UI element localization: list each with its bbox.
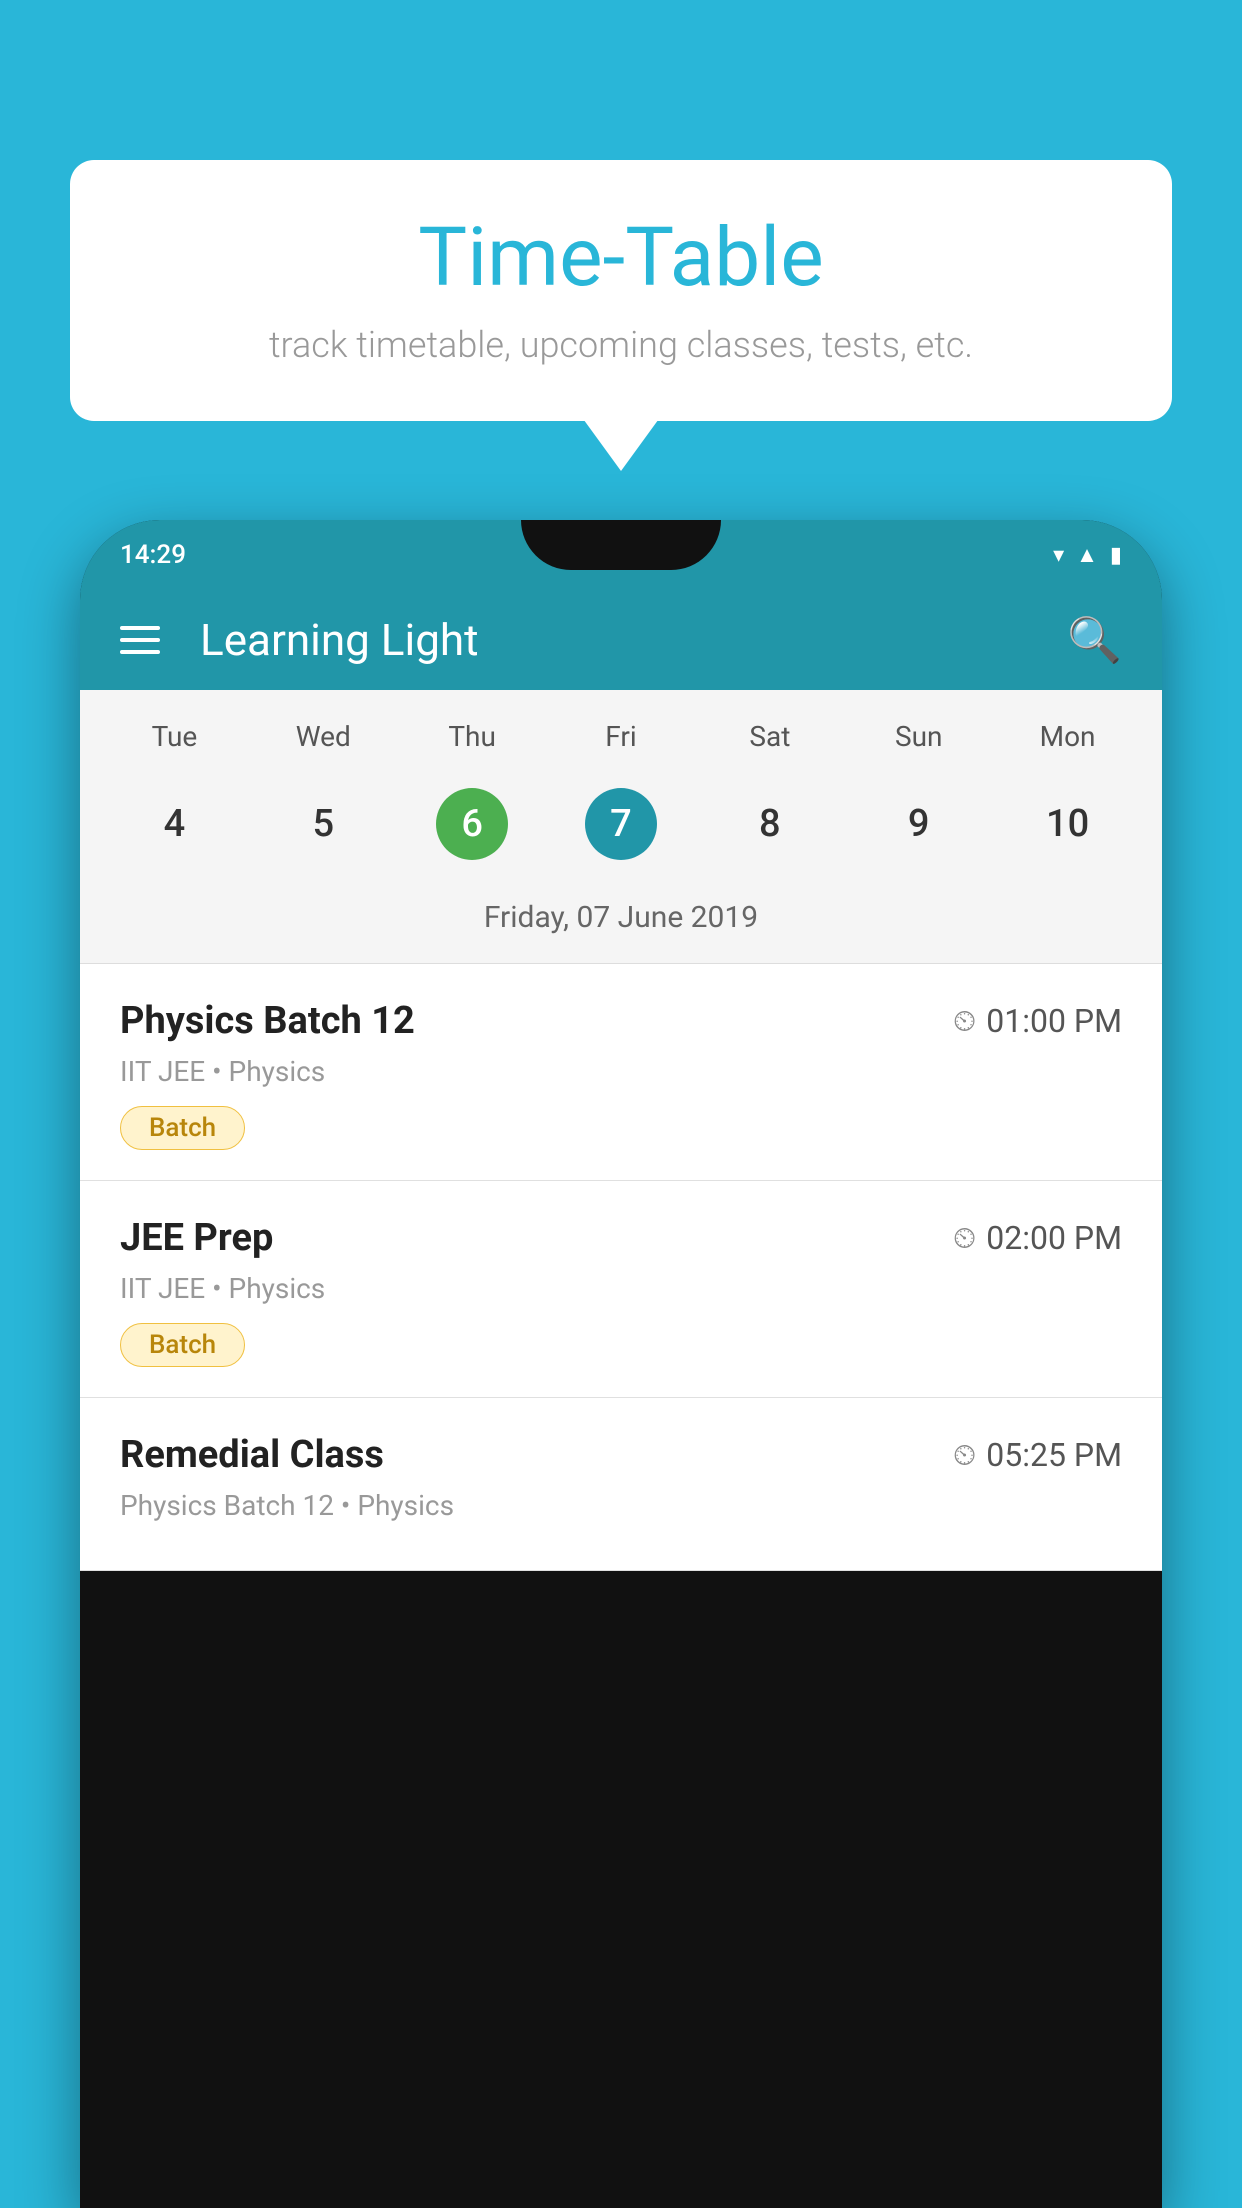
clock-icon-1: ⏲: [953, 1004, 976, 1039]
time-text-1: 01:00 PM: [986, 1002, 1122, 1040]
date-6[interactable]: 6: [398, 773, 547, 875]
batch-badge-2: Batch: [120, 1323, 245, 1367]
selected-date-label: Friday, 07 June 2019: [80, 890, 1162, 953]
schedule-item-3[interactable]: Remedial Class ⏲ 05:25 PM Physics Batch …: [80, 1398, 1162, 1571]
bubble-subtitle: track timetable, upcoming classes, tests…: [130, 324, 1112, 366]
day-sun: Sun: [844, 710, 993, 763]
date-7-circle: 7: [585, 788, 657, 860]
schedule-time-1: ⏲ 01:00 PM: [953, 1002, 1122, 1040]
schedule-item-2-header: JEE Prep ⏲ 02:00 PM: [120, 1216, 1122, 1260]
schedule-item-1[interactable]: Physics Batch 12 ⏲ 01:00 PM IIT JEE • Ph…: [80, 964, 1162, 1181]
schedule-time-3: ⏲ 05:25 PM: [953, 1436, 1122, 1474]
date-6-circle: 6: [436, 788, 508, 860]
search-button[interactable]: 🔍: [1067, 614, 1122, 666]
schedule-item-2[interactable]: JEE Prep ⏲ 02:00 PM IIT JEE • Physics Ba…: [80, 1181, 1162, 1398]
schedule-time-2: ⏲ 02:00 PM: [953, 1219, 1122, 1257]
date-4[interactable]: 4: [100, 773, 249, 875]
schedule-title-1: Physics Batch 12: [120, 999, 415, 1043]
time-text-2: 02:00 PM: [986, 1219, 1122, 1257]
bubble-title: Time-Table: [130, 210, 1112, 306]
day-wed: Wed: [249, 710, 398, 763]
schedule-subtitle-3: Physics Batch 12 • Physics: [120, 1489, 1122, 1522]
calendar-days-header: Tue Wed Thu Fri Sat Sun Mon: [80, 710, 1162, 763]
status-bar: 14:29 ▾ ▲ ▮: [80, 520, 1162, 590]
status-time: 14:29: [120, 540, 186, 570]
schedule-subtitle-1: IIT JEE • Physics: [120, 1055, 1122, 1088]
schedule-item-1-header: Physics Batch 12 ⏲ 01:00 PM: [120, 999, 1122, 1043]
date-9[interactable]: 9: [844, 773, 993, 875]
wifi-icon: ▾: [1053, 543, 1064, 568]
schedule-title-3: Remedial Class: [120, 1433, 384, 1477]
date-10[interactable]: 10: [993, 773, 1142, 875]
schedule-title-2: JEE Prep: [120, 1216, 273, 1260]
phone-frame: 14:29 ▾ ▲ ▮ Learning Light 🔍 Tue Wed Thu…: [80, 520, 1162, 2208]
date-8[interactable]: 8: [695, 773, 844, 875]
schedule-container: Physics Batch 12 ⏲ 01:00 PM IIT JEE • Ph…: [80, 964, 1162, 1571]
time-text-3: 05:25 PM: [986, 1436, 1122, 1474]
day-mon: Mon: [993, 710, 1142, 763]
day-thu: Thu: [398, 710, 547, 763]
schedule-item-3-header: Remedial Class ⏲ 05:25 PM: [120, 1433, 1122, 1477]
hamburger-menu-button[interactable]: [120, 626, 160, 654]
calendar-section: Tue Wed Thu Fri Sat Sun Mon 4 5 6 7 8 9 …: [80, 690, 1162, 963]
app-bar: Learning Light 🔍: [80, 590, 1162, 690]
calendar-dates: 4 5 6 7 8 9 10: [80, 773, 1162, 875]
clock-icon-3: ⏲: [953, 1438, 976, 1473]
day-sat: Sat: [695, 710, 844, 763]
date-7[interactable]: 7: [547, 773, 696, 875]
day-fri: Fri: [547, 710, 696, 763]
signal-icon: ▲: [1076, 542, 1098, 568]
speech-bubble: Time-Table track timetable, upcoming cla…: [70, 160, 1172, 421]
battery-icon: ▮: [1110, 543, 1122, 568]
app-title: Learning Light: [190, 614, 1037, 666]
day-tue: Tue: [100, 710, 249, 763]
date-5[interactable]: 5: [249, 773, 398, 875]
clock-icon-2: ⏲: [953, 1221, 976, 1256]
status-icons: ▾ ▲ ▮: [1053, 542, 1122, 568]
batch-badge-1: Batch: [120, 1106, 245, 1150]
schedule-subtitle-2: IIT JEE • Physics: [120, 1272, 1122, 1305]
